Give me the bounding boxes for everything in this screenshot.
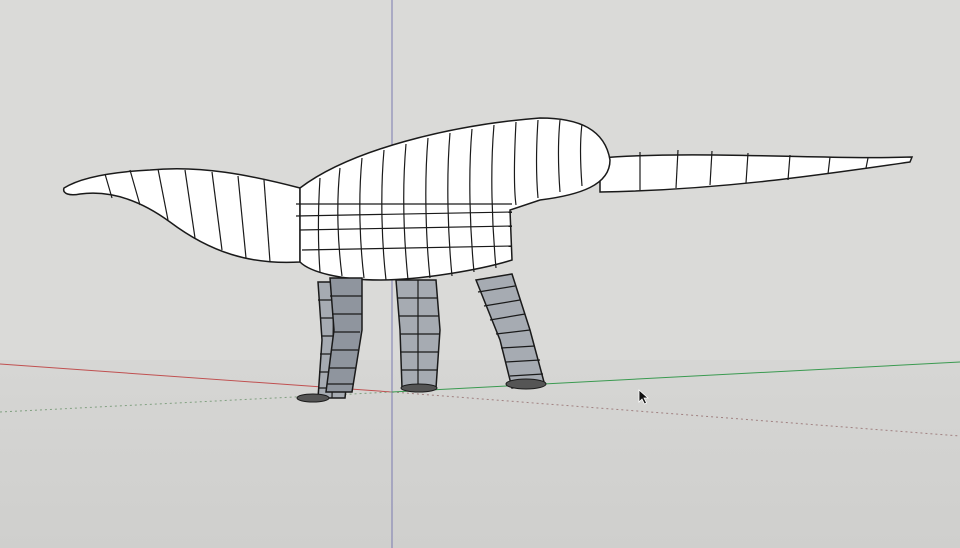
red-axis-dotted bbox=[391, 391, 960, 437]
scene-canvas[interactable] bbox=[0, 0, 960, 548]
dinosaur-model[interactable] bbox=[62, 117, 914, 403]
modeling-viewport[interactable] bbox=[0, 0, 960, 548]
middle-leg[interactable] bbox=[395, 279, 441, 393]
dinosaur-tail[interactable] bbox=[599, 154, 914, 193]
dinosaur-torso[interactable] bbox=[299, 117, 611, 281]
hind-leg[interactable] bbox=[474, 273, 547, 390]
green-axis bbox=[391, 361, 960, 393]
arrow-pointer-icon bbox=[638, 389, 650, 405]
